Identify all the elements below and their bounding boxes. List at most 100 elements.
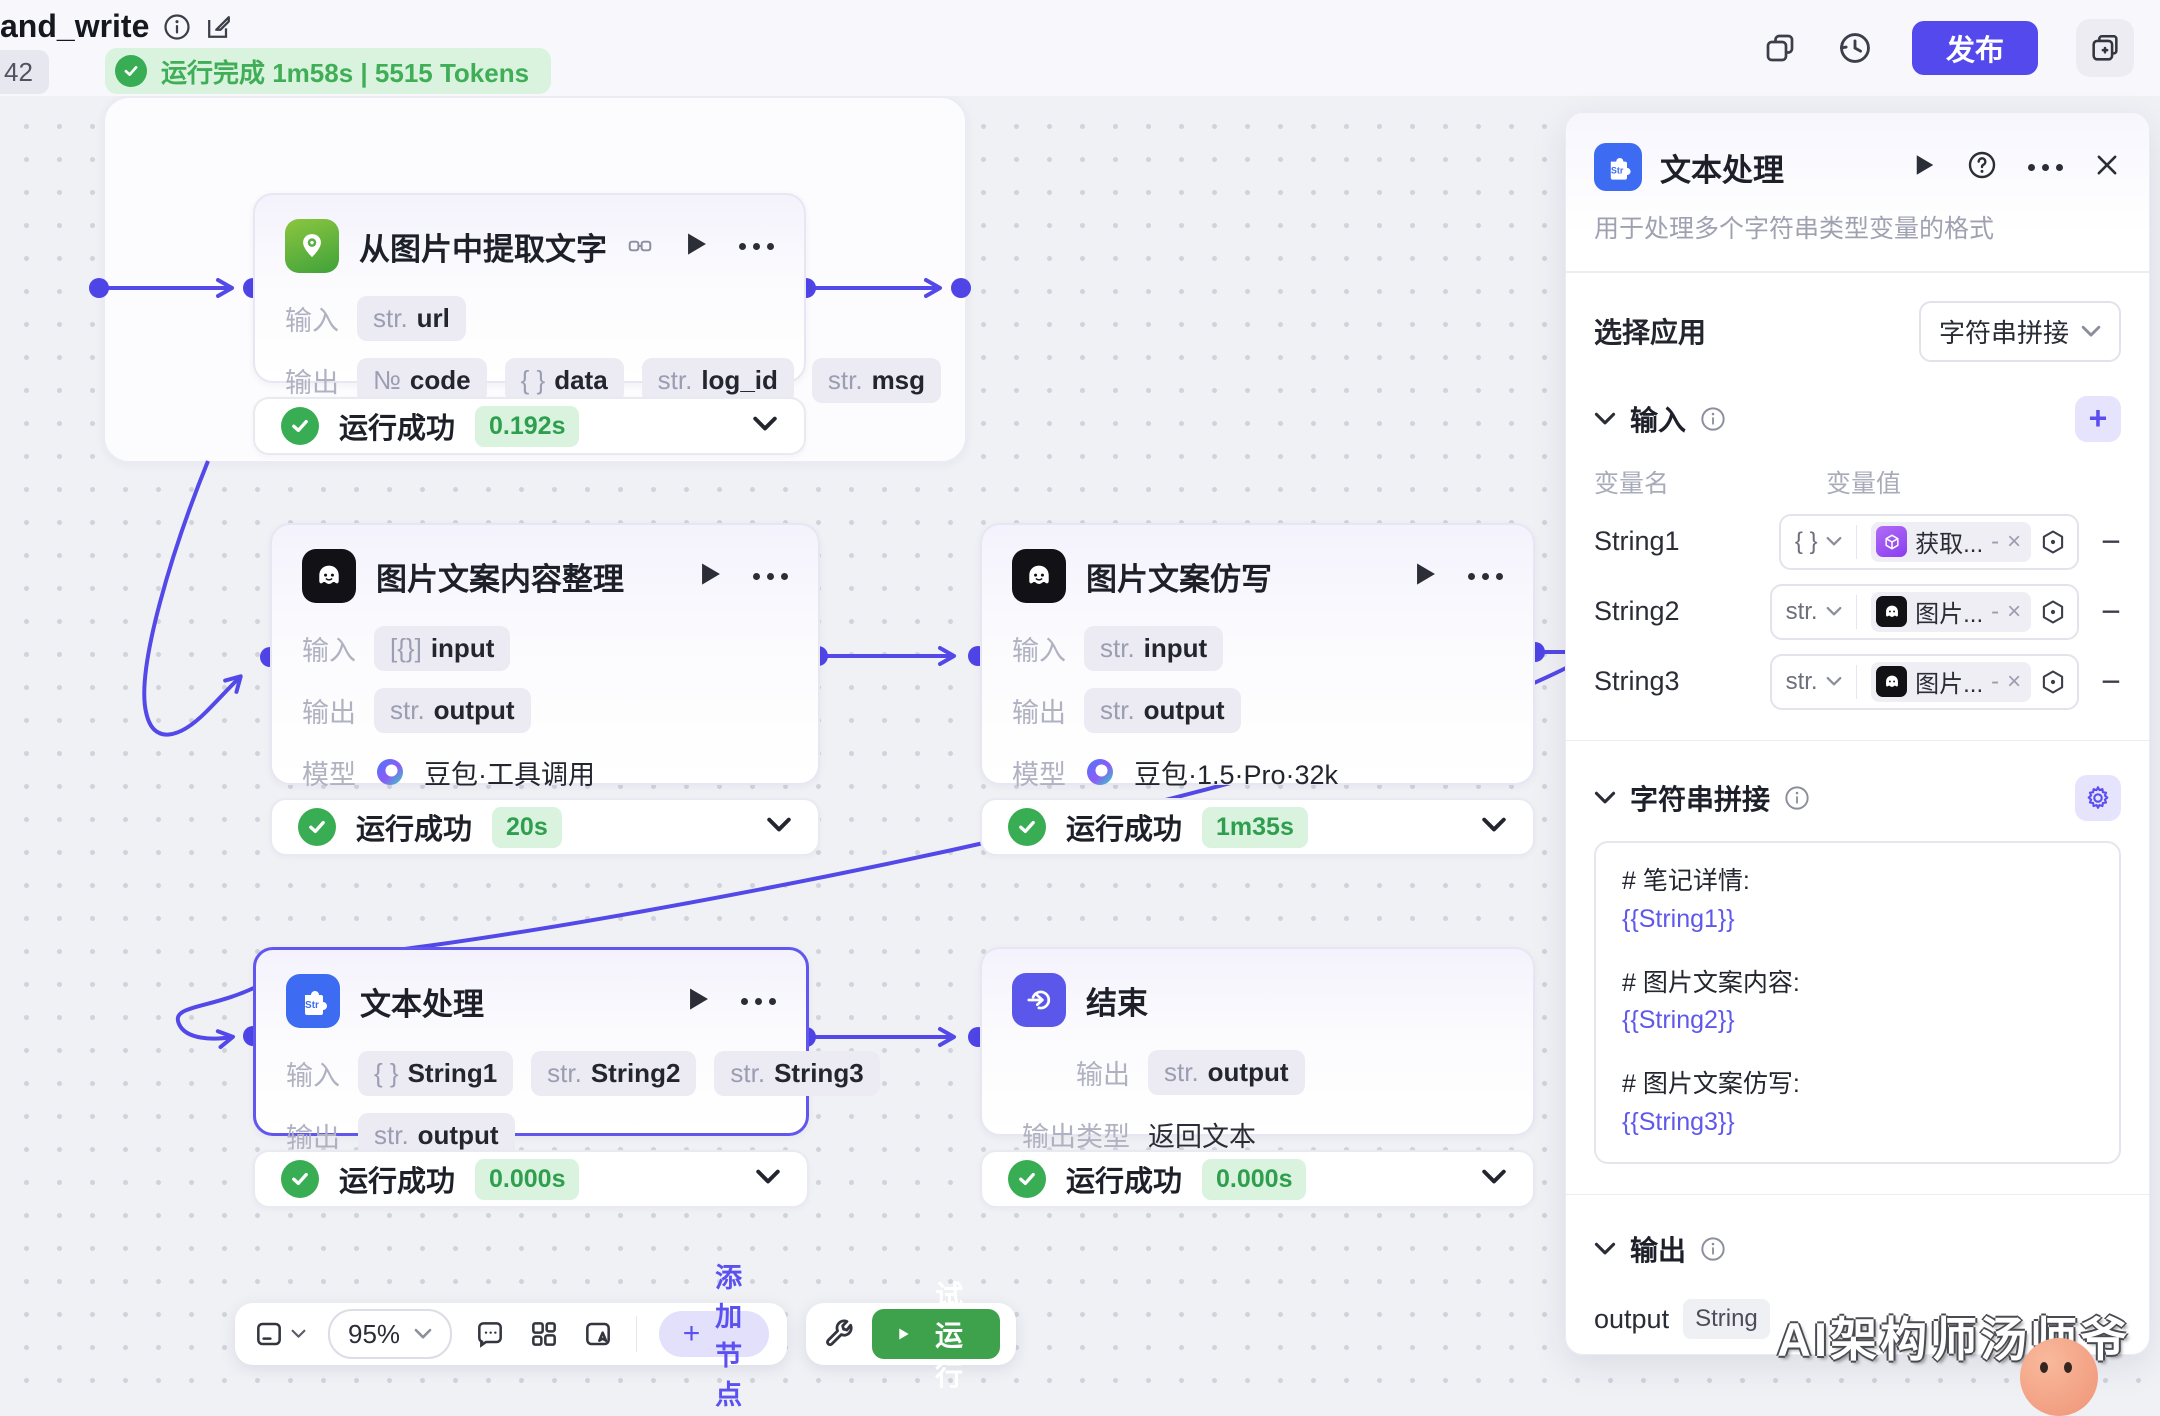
remove-input-button[interactable]: − (2101, 595, 2121, 629)
ref-chip[interactable]: 图片... - × (1871, 662, 2031, 702)
run-node-icon[interactable] (1414, 561, 1438, 592)
status-bar-text-process[interactable]: 运行成功 0.000s (253, 1150, 809, 1208)
run-status-badge[interactable]: 运行完成 1m58s | 5515 Tokens (105, 48, 551, 94)
remove-ref-icon[interactable]: × (2007, 528, 2021, 556)
node-title: 从图片中提取文字 (359, 224, 607, 269)
run-status-text: 运行完成 1m58s | 5515 Tokens (161, 53, 529, 90)
doubao-agent-icon (1012, 549, 1066, 603)
node-extract-text-from-image[interactable]: 从图片中提取文字 输入 str.url 输出 №code { }data str… (253, 193, 806, 383)
copy-icon[interactable] (1762, 30, 1798, 66)
run-node-icon[interactable] (699, 561, 723, 592)
node-text-process[interactable]: Str 文本处理 输入 { }String1 str.String2 str.S… (253, 947, 809, 1136)
status-bar-extract[interactable]: 运行成功 0.192s (253, 397, 806, 455)
concat-template-editor[interactable]: # 笔记详情: {{String1}} # 图片文案内容: {{String2}… (1594, 841, 2121, 1164)
status-bar-end[interactable]: 运行成功 0.000s (980, 1150, 1535, 1208)
gear-icon (2084, 784, 2112, 812)
concat-settings-button[interactable] (2075, 775, 2121, 821)
remove-input-button[interactable]: − (2101, 665, 2121, 699)
output-label: 输出 (285, 361, 339, 400)
remove-ref-icon[interactable]: × (2007, 668, 2021, 696)
remove-ref-icon[interactable]: × (2007, 598, 2021, 626)
node-imitate-copy[interactable]: 图片文案仿写 输入 str.input 输出 str.output 模型 豆包·… (980, 523, 1535, 785)
var-value-control[interactable]: str. 图片... - × (1770, 654, 2080, 710)
run-node-icon[interactable] (687, 986, 711, 1017)
info-icon (1784, 785, 1810, 811)
ref-chip[interactable]: 获取... - × (1871, 522, 2031, 562)
template-variable: {{String2}} (1622, 1004, 2093, 1038)
minimap-toggle-icon[interactable] (253, 1318, 306, 1350)
run-node-icon[interactable] (685, 231, 709, 262)
zoom-level-value: 95% (348, 1319, 400, 1350)
template-variable: {{String1}} (1622, 903, 2093, 937)
node-organize-copy[interactable]: 图片文案内容整理 输入 [{}]input 输出 str.output 模型 豆… (270, 523, 820, 785)
ref-chip[interactable]: 图片... - × (1871, 592, 2031, 632)
model-name: 豆包·工具调用 (424, 753, 595, 792)
status-bar-imitate[interactable]: 运行成功 1m35s (980, 798, 1535, 856)
var-name: String3 (1594, 666, 1680, 697)
add-node-button[interactable]: + 添加节点 (659, 1311, 769, 1357)
param-chip: №code (357, 358, 487, 403)
auto-layout-icon[interactable] (528, 1318, 560, 1350)
add-input-button[interactable]: + (2075, 396, 2121, 442)
text-process-icon: Str (286, 974, 340, 1028)
chevron-down-icon[interactable] (766, 817, 792, 838)
edit-title-icon[interactable] (205, 13, 233, 41)
var-name: String2 (1594, 596, 1680, 627)
section-collapse-icon[interactable] (1594, 1242, 1616, 1256)
chevron-down-icon[interactable] (1481, 817, 1507, 838)
output-type-value: 返回文本 (1148, 1115, 1256, 1154)
comment-icon[interactable] (474, 1318, 506, 1350)
doubao-ref-icon (1876, 596, 1907, 627)
node-anchor-icon[interactable] (2039, 668, 2067, 696)
var-value-control[interactable]: { } 获取... - × (1779, 514, 2079, 570)
history-icon[interactable] (1836, 29, 1874, 67)
debug-tools-icon[interactable] (822, 1317, 856, 1351)
node-anchor-icon[interactable] (2039, 528, 2067, 556)
duration-badge: 0.000s (1202, 1159, 1306, 1200)
chevron-down-icon[interactable] (1481, 1169, 1507, 1190)
model-logo-icon (1084, 756, 1116, 788)
status-text: 运行成功 (339, 1158, 455, 1200)
close-icon[interactable] (2093, 151, 2121, 184)
section-collapse-icon[interactable] (1594, 791, 1616, 805)
param-chip: str.url (357, 296, 466, 341)
version-badge[interactable]: 42 (0, 50, 49, 94)
test-run-button[interactable]: 试运行 (872, 1309, 1000, 1359)
export-canvas-icon[interactable] (582, 1318, 614, 1350)
doubao-ref-icon (1876, 666, 1907, 697)
top-bar: and_write 42 运行完成 1m58s | 5515 Tokens 发布 (0, 0, 2160, 96)
select-app-label: 选择应用 (1594, 311, 1706, 351)
status-bar-organize[interactable]: 运行成功 20s (270, 798, 820, 856)
help-icon[interactable] (1966, 149, 1998, 186)
chevron-down-icon[interactable] (752, 416, 778, 437)
col-var-value: 变量值 (1826, 464, 2121, 500)
remove-input-button[interactable]: − (2101, 525, 2121, 559)
chevron-down-icon[interactable] (755, 1169, 781, 1190)
open-in-new-icon[interactable] (2076, 19, 2134, 77)
info-icon[interactable] (163, 13, 191, 41)
section-collapse-icon[interactable] (1594, 412, 1616, 426)
more-icon[interactable] (739, 243, 774, 250)
publish-button[interactable]: 发布 (1912, 21, 2038, 75)
app-select-dropdown[interactable]: 字符串拼接 (1919, 301, 2121, 362)
run-node-icon[interactable] (1914, 153, 1936, 182)
more-icon[interactable] (1468, 573, 1503, 580)
var-name: String1 (1594, 526, 1680, 557)
type-select-value: { } (1795, 528, 1818, 556)
output-label: 输出 (1012, 1053, 1130, 1092)
input-row-string2: String2 str. 图片... - × − (1594, 584, 2121, 640)
svg-text:Str: Str (1611, 165, 1624, 175)
more-icon[interactable] (741, 998, 776, 1005)
var-value-control[interactable]: str. 图片... - × (1770, 584, 2080, 640)
more-icon[interactable] (2028, 164, 2063, 171)
node-end[interactable]: 结束 输出 str.output 输出类型 返回文本 (980, 947, 1535, 1136)
param-chip: { }data (505, 358, 624, 403)
panel-subtitle: 用于处理多个字符串类型变量的格式 (1594, 209, 2121, 245)
node-anchor-icon[interactable] (2039, 598, 2067, 626)
param-chip: [{}]input (374, 626, 510, 671)
zoom-level-select[interactable]: 95% (328, 1309, 452, 1359)
more-icon[interactable] (753, 573, 788, 580)
run-toolbar: 试运行 (806, 1303, 1016, 1365)
node-title: 图片文案内容整理 (376, 554, 624, 599)
input-row-string3: String3 str. 图片... - × − (1594, 654, 2121, 710)
